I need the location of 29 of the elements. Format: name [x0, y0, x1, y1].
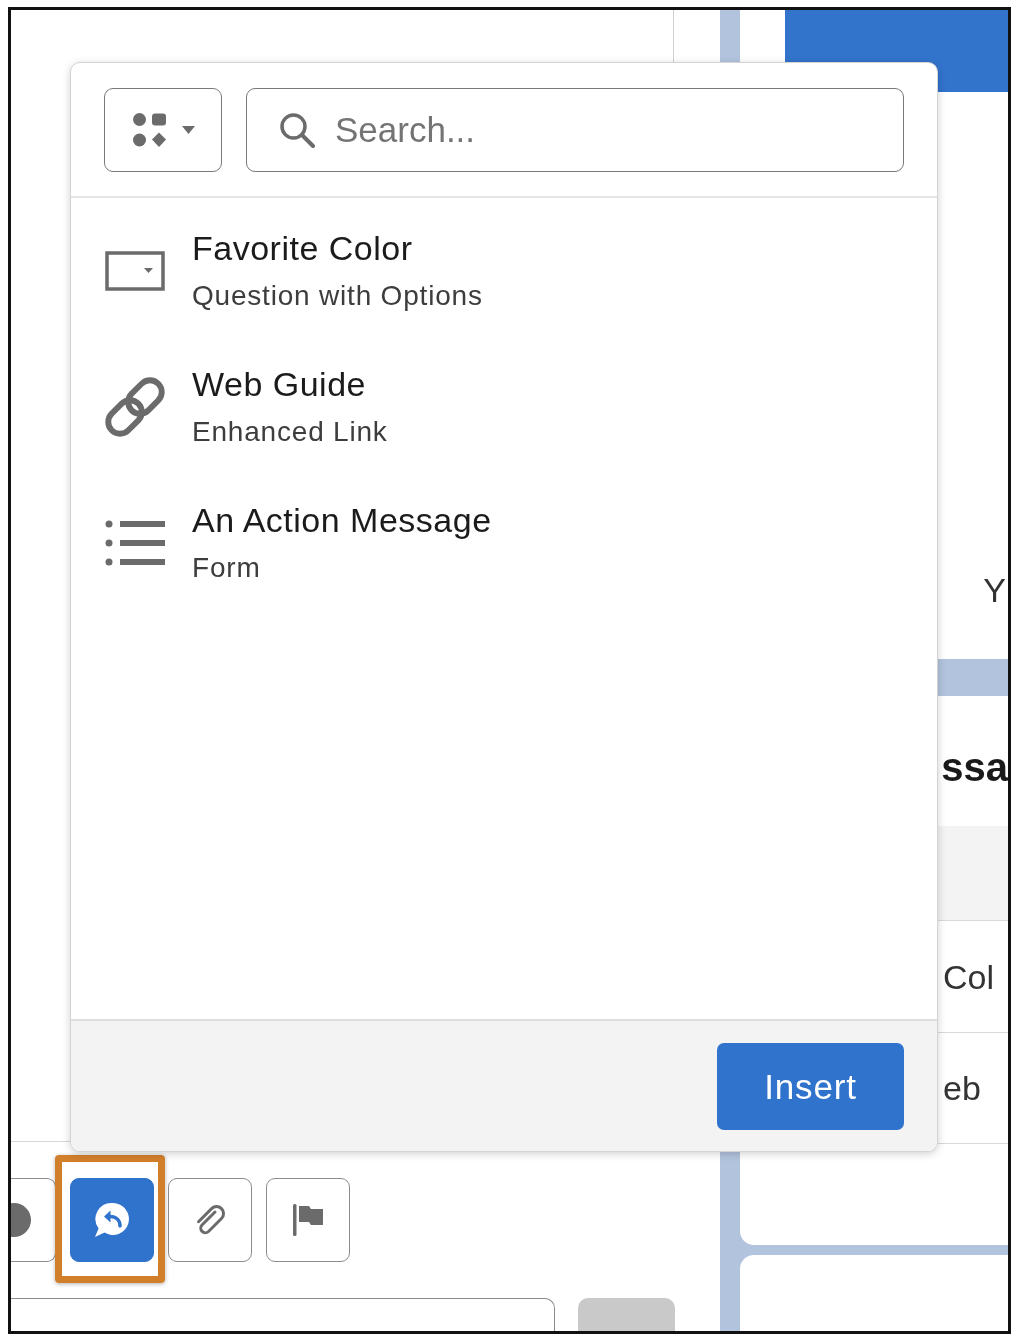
toolbar-button[interactable] — [70, 1178, 154, 1262]
list-item[interactable]: An Action Message Form — [71, 475, 937, 611]
insert-button[interactable]: Insert — [717, 1043, 904, 1130]
bubble-arrow-icon — [92, 1200, 132, 1240]
list-icon — [105, 520, 165, 566]
item-title: Web Guide — [192, 364, 366, 404]
item-title: An Action Message — [192, 500, 492, 540]
search-field[interactable]: Search... — [246, 88, 904, 172]
card-text: Y — [983, 570, 1006, 610]
search-icon — [279, 112, 315, 148]
input-field[interactable] — [11, 1298, 555, 1331]
item-subtitle: Question with Options — [192, 279, 483, 313]
toolbar-button[interactable] — [11, 1178, 56, 1262]
card-title: ssa — [941, 744, 1008, 791]
item-subtitle: Enhanced Link — [192, 415, 388, 449]
flag-icon — [292, 1203, 324, 1237]
shapes-icon — [131, 112, 168, 148]
toolbar-button[interactable] — [168, 1178, 252, 1262]
row-text: Col — [943, 956, 995, 997]
caret-icon — [181, 126, 195, 134]
dropdown-button[interactable] — [104, 88, 222, 172]
item-subtitle: Form — [192, 551, 261, 585]
toolbar-button[interactable] — [266, 1178, 350, 1262]
row-text: eb — [943, 1068, 981, 1108]
item-title: Favorite Color — [192, 228, 413, 268]
link-icon — [105, 377, 165, 437]
list-item[interactable]: Web Guide Enhanced Link — [71, 339, 937, 475]
list-item[interactable]: Favorite Color Question with Options — [71, 203, 937, 339]
dropdown-field-icon — [105, 251, 165, 291]
